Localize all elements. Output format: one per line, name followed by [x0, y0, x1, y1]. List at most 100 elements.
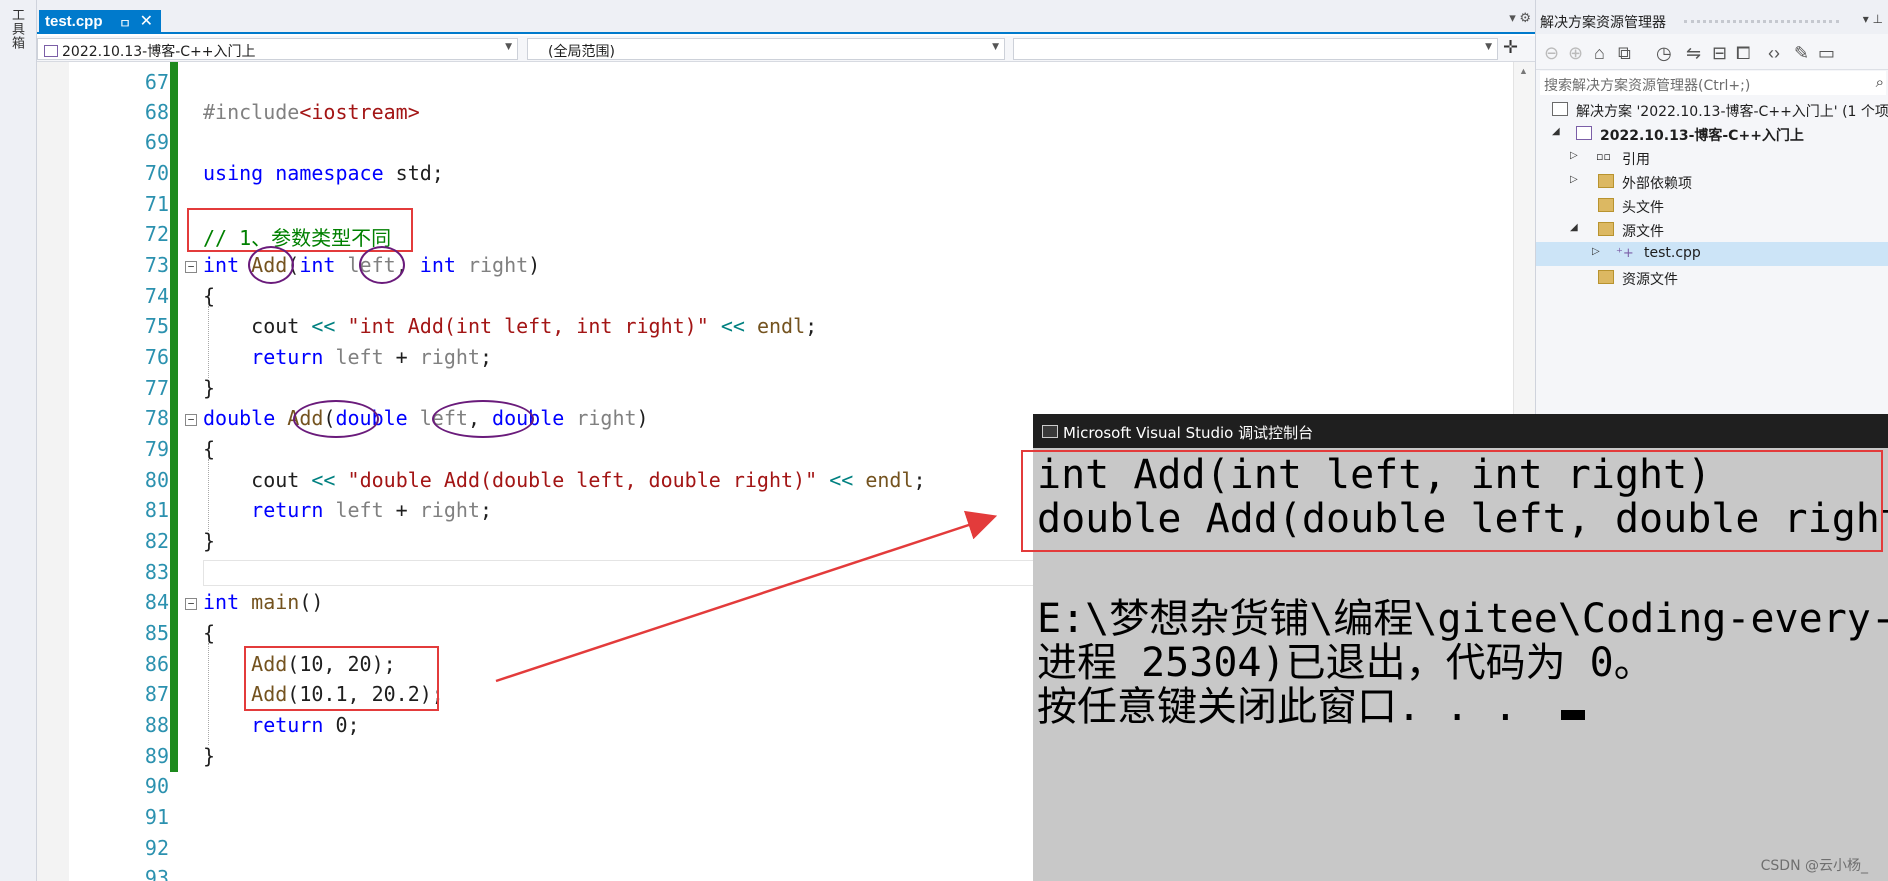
brace: { — [203, 284, 216, 308]
search-icon[interactable]: ⌕ — [1876, 73, 1884, 91]
collapsed-arrow-icon[interactable]: ▷ — [1570, 150, 1578, 161]
tree-item-external-deps[interactable]: ▷ 外部依赖项 — [1536, 170, 1888, 194]
show-all-files-icon[interactable]: ⧠ — [1736, 43, 1750, 64]
sync-icon[interactable]: ⇋ — [1686, 43, 1701, 64]
filter-folder-icon — [1598, 222, 1614, 236]
code-line: return left + right; — [251, 498, 493, 522]
tree-item-label: 引用 — [1622, 152, 1650, 168]
forward-icon[interactable]: ⊕ — [1568, 43, 1583, 64]
tree-item-resource-files[interactable]: 资源文件 — [1536, 266, 1888, 290]
code-line: cout << "int Add(int left, int right)" <… — [251, 314, 818, 338]
tab-test-cpp[interactable]: test.cpp ㅁ ✕ — [39, 10, 161, 34]
pane-options-icon[interactable]: ▾ ⊥ — [1863, 12, 1883, 26]
home-icon[interactable]: ⌂ — [1594, 43, 1605, 64]
code-view-icon[interactable]: ‹› — [1768, 43, 1780, 64]
include-header: <iostream> — [299, 100, 420, 124]
solution-explorer-toolbar: ⊖ ⊕ ⌂ ⧉ ◷ ⇋ ⊟ ⧠ ‹› ✎ ▭ — [1536, 36, 1888, 70]
drag-handle[interactable] — [1684, 20, 1839, 23]
console-title: Microsoft Visual Studio 调试控制台 — [1063, 424, 1314, 442]
parameter: right — [467, 253, 529, 277]
code-line: } — [203, 744, 215, 768]
pending-changes-icon[interactable]: ◷ — [1656, 43, 1672, 64]
solution-icon — [1552, 102, 1568, 116]
code-text: std; — [383, 161, 444, 185]
chevron-down-icon: ▼ — [505, 42, 512, 52]
properties-icon[interactable]: ✎ — [1794, 43, 1809, 64]
code-line: int main() — [203, 590, 323, 614]
toolbox-label[interactable]: 工具箱 — [8, 8, 27, 50]
collapse-icon[interactable]: − — [185, 414, 197, 426]
console-title-bar[interactable]: Microsoft Visual Studio 调试控制台 — [1033, 414, 1888, 448]
annotation-ellipse — [359, 246, 405, 284]
back-icon[interactable]: ⊖ — [1544, 43, 1559, 64]
code-line: } — [203, 529, 215, 553]
collapse-icon[interactable]: − — [185, 261, 197, 273]
tree-item-header-files[interactable]: 头文件 — [1536, 194, 1888, 218]
tree-item-label: 外部依赖项 — [1622, 176, 1692, 192]
console-cursor — [1561, 710, 1585, 720]
tree-item-label: 2022.10.13-博客-C++入门上 — [1600, 128, 1804, 144]
expanded-arrow-icon[interactable]: ◢ — [1552, 126, 1560, 137]
code-line: { — [203, 284, 215, 308]
brace: } — [203, 376, 216, 400]
pin-icon[interactable]: ㅁ — [119, 13, 131, 32]
search-placeholder: 搜索解决方案资源管理器(Ctrl+;) — [1544, 78, 1751, 94]
code-line: { — [203, 437, 215, 461]
preprocessor-directive: #include — [203, 100, 300, 124]
filter-folder-icon — [1598, 198, 1614, 212]
keyword: namespace — [275, 161, 384, 185]
parameter: left — [335, 345, 384, 369]
annotation-ellipse — [432, 400, 534, 438]
tree-item-references[interactable]: ▷ ▫▫ 引用 — [1536, 146, 1888, 170]
close-icon[interactable]: ✕ — [140, 11, 153, 31]
annotation-box-calls — [244, 646, 439, 711]
references-icon: ▫▫ — [1596, 150, 1611, 163]
operator: << — [829, 468, 854, 492]
keyword: int — [419, 253, 456, 277]
keyword: int — [203, 253, 240, 277]
solution-search-input[interactable]: 搜索解决方案资源管理器(Ctrl+;) ⌕ — [1540, 71, 1886, 95]
tree-item-label: 资源文件 — [1622, 272, 1678, 288]
keyword: int — [203, 590, 240, 614]
brace: { — [203, 437, 216, 461]
tree-item-label: 源文件 — [1622, 224, 1664, 240]
operator: << — [311, 468, 336, 492]
project-dropdown[interactable]: 2022.10.13-博客-C++入门上 ▼ — [37, 38, 518, 60]
collapse-all-icon[interactable]: ⊟ — [1712, 43, 1727, 64]
tree-item-solution[interactable]: 解决方案 '2022.10.13-博客-C++入门上' (1 个项目 — [1536, 98, 1888, 122]
solution-explorer-header: 解决方案资源管理器 ▾ ⊥ — [1536, 0, 1888, 34]
collapsed-arrow-icon[interactable]: ▷ — [1592, 246, 1600, 257]
document-tab-bar: test.cpp ㅁ ✕ ▾ ⚙ — [37, 0, 1535, 34]
current-line-highlight — [203, 560, 1103, 586]
string-literal: "double Add(double left, double right)" — [347, 468, 818, 492]
filter-folder-icon — [1598, 270, 1614, 284]
code-line: return 0; — [203, 713, 360, 737]
code-text: 0; — [323, 713, 360, 737]
project-dropdown-value: 2022.10.13-博客-C++入门上 — [62, 44, 256, 60]
function-name: endl — [865, 468, 914, 492]
tab-overflow-icons[interactable]: ▾ ⚙ — [1509, 10, 1531, 26]
parameter: right — [419, 345, 480, 369]
collapse-icon[interactable]: − — [185, 598, 197, 610]
debug-console-window[interactable]: Microsoft Visual Studio 调试控制台 int Add(in… — [1021, 414, 1888, 881]
keyword: return — [251, 498, 324, 522]
expanded-arrow-icon[interactable]: ◢ — [1570, 222, 1578, 233]
split-icon[interactable]: ✛ — [1503, 37, 1518, 58]
code-line: { — [203, 621, 215, 645]
collapsed-arrow-icon[interactable]: ▷ — [1570, 174, 1578, 185]
scroll-up-icon[interactable]: ▲ — [1519, 66, 1528, 76]
annotation-box-output — [1021, 450, 1883, 552]
tree-item-source-files[interactable]: ◢ 源文件 — [1536, 218, 1888, 242]
tree-item-test-cpp[interactable]: ▷ ⁺+ test.cpp — [1536, 242, 1888, 266]
annotation-ellipse — [248, 246, 294, 284]
keyword: double — [203, 406, 276, 430]
solution-explorer-title: 解决方案资源管理器 — [1540, 15, 1666, 31]
switch-views-icon[interactable]: ⧉ — [1618, 43, 1631, 64]
brace: { — [203, 621, 216, 645]
toolbox-strip[interactable]: 工具箱 — [0, 0, 37, 881]
preview-icon[interactable]: ▭ — [1818, 43, 1835, 64]
tree-item-project[interactable]: ◢ 2022.10.13-博客-C++入门上 — [1536, 122, 1888, 146]
scope-dropdown[interactable]: (全局范围) ▼ — [527, 38, 1005, 60]
member-dropdown[interactable]: ▼ — [1013, 38, 1498, 60]
code-line: double Add(double left, double right) — [203, 406, 649, 430]
